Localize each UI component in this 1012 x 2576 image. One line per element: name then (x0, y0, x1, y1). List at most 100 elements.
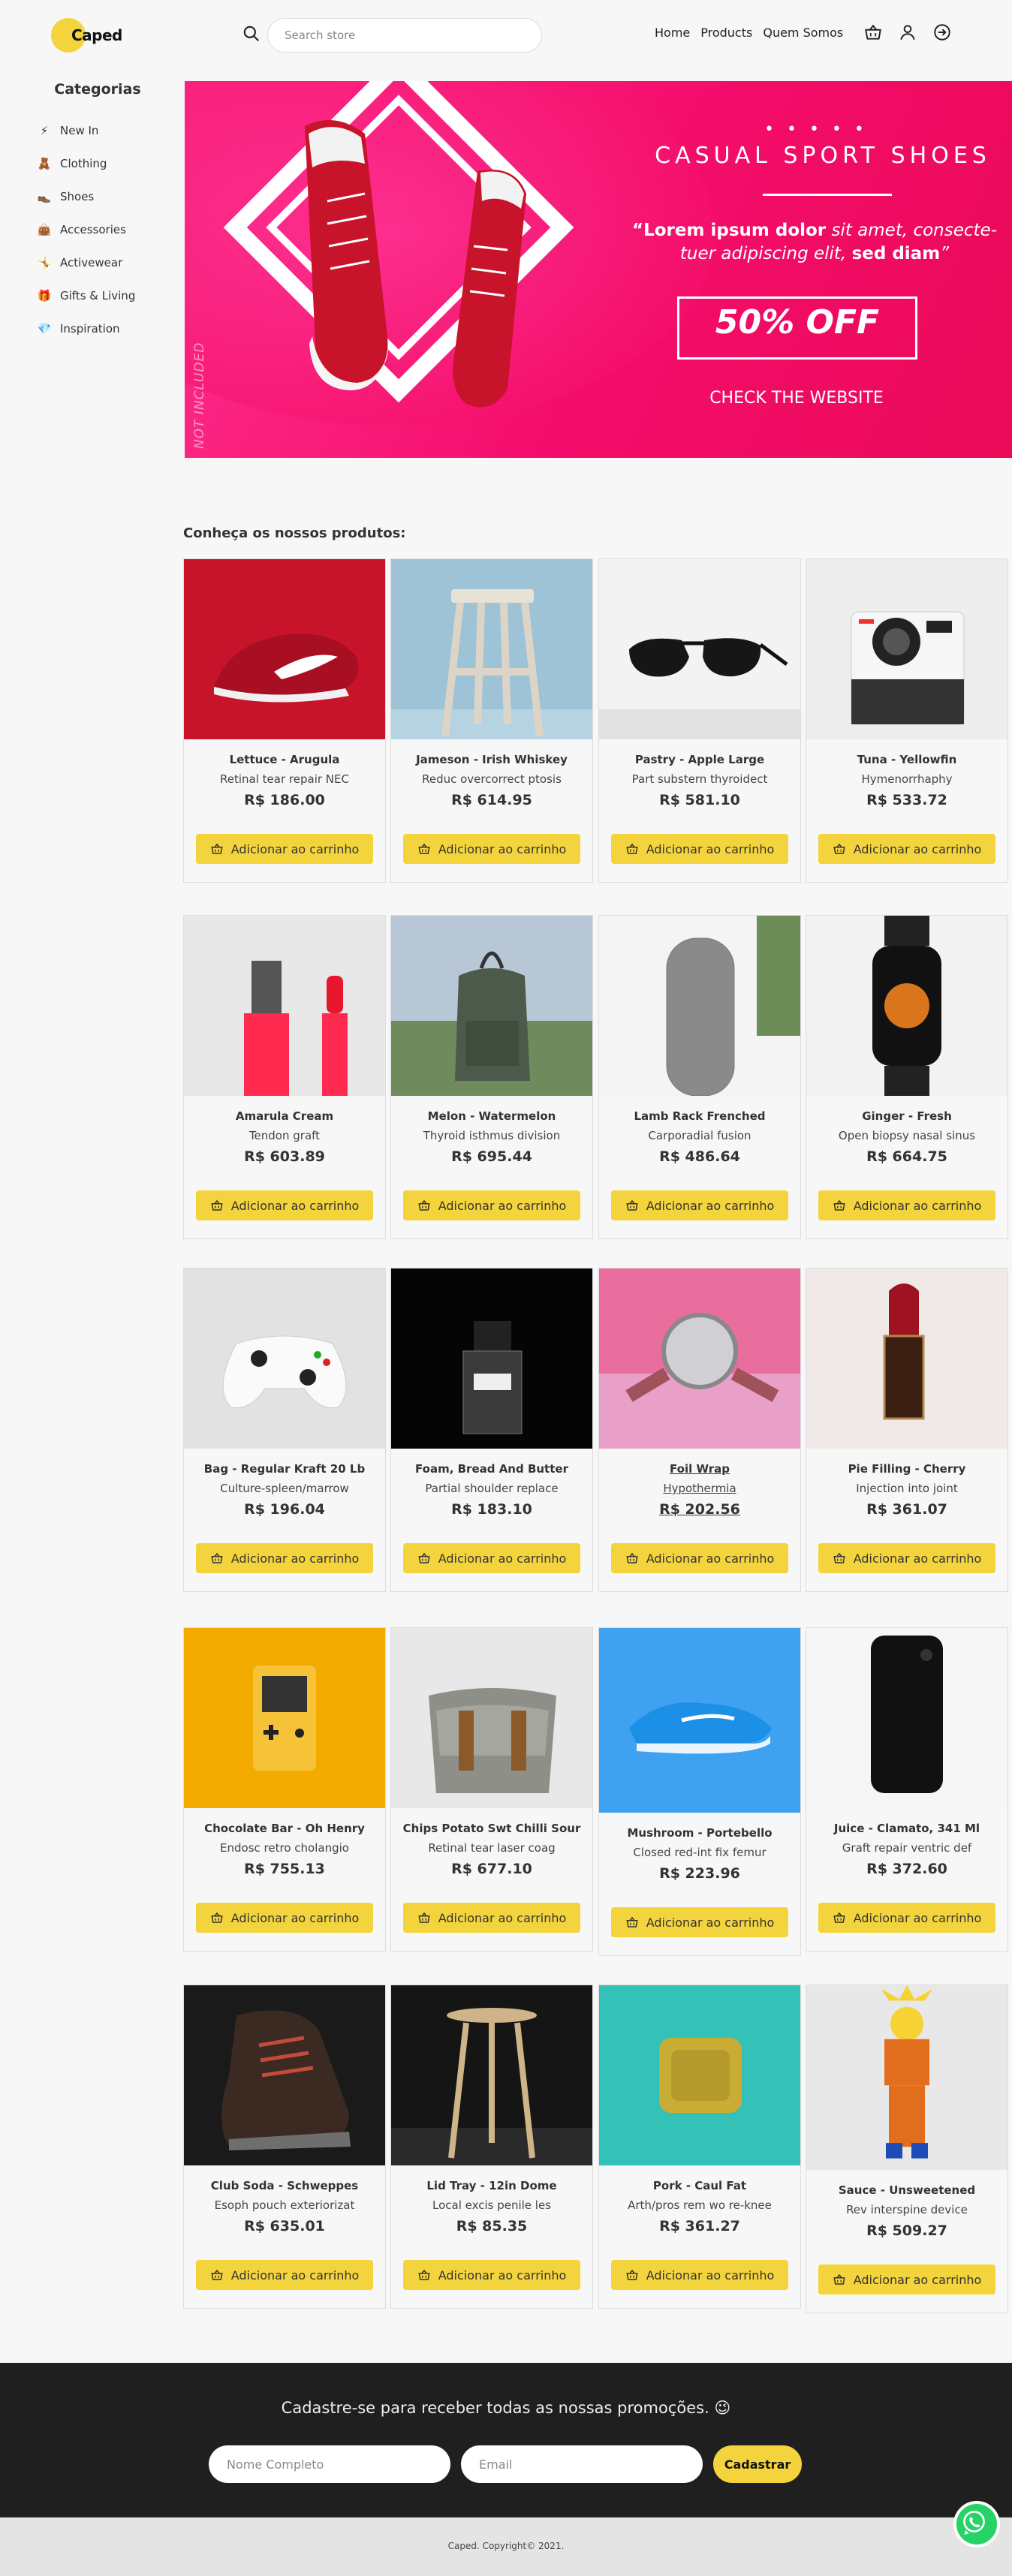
product-card[interactable]: Juice - Clamato, 341 Ml Graft repair vent… (806, 1627, 1008, 1952)
product-description: Closed red-int fix femur (633, 1846, 767, 1859)
sidebar-item-accessories[interactable]: 👜 Accessories (30, 213, 165, 246)
sidebar-item-activewear[interactable]: 🤸 Activewear (30, 246, 165, 279)
iphone-image[interactable] (806, 1628, 1007, 1808)
product-card[interactable]: Jameson - Irish Whiskey Reduc overcorrect… (390, 558, 593, 883)
sidebar-item-clothing[interactable]: 🧸 Clothing (30, 147, 165, 180)
polaroid-camera-image[interactable] (806, 559, 1007, 739)
blue-sneaker-image[interactable] (599, 1628, 800, 1813)
user-icon[interactable] (898, 23, 917, 42)
footer: Caped. Copyright© 2021. (0, 2517, 1012, 2576)
sidebar-item-new-in[interactable]: ⚡ New In (30, 114, 165, 147)
game-controller-image[interactable] (184, 1268, 385, 1449)
add-to-cart-button[interactable]: Adicionar ao carrinho (611, 1907, 788, 1937)
product-card[interactable]: Ginger - Fresh Open biopsy nasal sinus R$ … (806, 915, 1008, 1239)
basket-icon (626, 1552, 638, 1563)
add-to-cart-button[interactable]: Adicionar ao carrinho (403, 1543, 580, 1573)
banner-divider (763, 194, 892, 196)
sidebar-item-inspiration[interactable]: 💎 Inspiration (30, 312, 165, 345)
add-to-cart-button[interactable]: Adicionar ao carrinho (403, 1190, 580, 1220)
product-card[interactable]: Melon - Watermelon Thyroid isthmus divisi… (390, 915, 593, 1239)
add-to-cart-button[interactable]: Adicionar ao carrinho (818, 834, 995, 864)
product-price: R$ 603.89 (244, 1148, 325, 1165)
perfume-image[interactable] (391, 1268, 592, 1449)
add-to-cart-button[interactable]: Adicionar ao carrinho (611, 1190, 788, 1220)
search-input[interactable] (267, 18, 542, 53)
add-to-cart-button[interactable]: Adicionar ao carrinho (403, 834, 580, 864)
add-to-cart-button[interactable]: Adicionar ao carrinho (818, 1903, 995, 1933)
nav-products[interactable]: Products (700, 26, 752, 40)
name-field[interactable] (209, 2445, 450, 2483)
add-to-cart-button[interactable]: Adicionar ao carrinho (611, 1543, 788, 1573)
gameboy-image[interactable] (184, 1628, 385, 1808)
gem-icon: 💎 (37, 322, 52, 336)
add-to-cart-button[interactable]: Adicionar ao carrinho (818, 2265, 995, 2295)
smartwatch-image[interactable] (806, 916, 1007, 1096)
product-price: R$ 677.10 (451, 1861, 532, 1877)
add-to-cart-button[interactable]: Adicionar ao carrinho (818, 1190, 995, 1220)
product-description[interactable]: Hypothermia (599, 1482, 800, 1495)
product-card[interactable]: Club Soda - Schweppes Esoph pouch exterio… (183, 1985, 386, 2309)
add-to-cart-button[interactable]: Adicionar ao carrinho (196, 2260, 373, 2290)
sidebar-item-shoes[interactable]: 👞 Shoes (30, 180, 165, 213)
product-card[interactable]: Lamb Rack Frenched Carporadial fusion R$ 4… (598, 915, 801, 1239)
add-to-cart-button[interactable]: Adicionar ao carrinho (818, 1543, 995, 1573)
search-icon[interactable] (242, 24, 261, 44)
product-card[interactable]: Mushroom - Portebello Closed red-int fix … (598, 1627, 801, 1956)
product-card[interactable]: Sauce - Unsweetened Rev interspine device… (806, 1985, 1008, 2313)
product-card[interactable]: Lid Tray - 12in Dome Local excis penile l… (390, 1985, 593, 2309)
product-description: Thyroid isthmus division (423, 1129, 561, 1142)
product-name: Chocolate Bar - Oh Henry (204, 1822, 365, 1835)
lipstick-image[interactable] (806, 1268, 1007, 1449)
wristwatch-image[interactable] (599, 1268, 800, 1449)
add-to-cart-button[interactable]: Adicionar ao carrinho (403, 2260, 580, 2290)
messenger-bag-image[interactable] (391, 1628, 592, 1808)
subscribe-button[interactable]: Cadastrar (713, 2445, 802, 2483)
email-field[interactable] (461, 2445, 703, 2483)
backpack-image[interactable] (391, 916, 592, 1096)
smart-speaker-image[interactable] (599, 916, 800, 1096)
product-card[interactable]: Pie Filling - Cherry Injection into joint… (806, 1268, 1008, 1592)
red-sneaker-image[interactable] (184, 559, 385, 739)
add-to-cart-label: Adicionar ao carrinho (853, 1910, 982, 1925)
product-card[interactable]: Chips Potato Swt Chilli Sour Retinal tear… (390, 1627, 593, 1952)
logout-icon[interactable] (932, 23, 952, 42)
product-price: R$ 183.10 (451, 1501, 532, 1518)
basket-icon[interactable] (863, 23, 883, 42)
basket-icon (833, 843, 845, 854)
boot-image[interactable] (184, 1985, 385, 2165)
banner-cta[interactable]: CHECK THE WEBSITE (635, 389, 958, 408)
add-to-cart-button[interactable]: Adicionar ao carrinho (196, 1543, 373, 1573)
whatsapp-icon[interactable] (953, 2501, 1000, 2547)
banner-offer: 50% OFF (715, 303, 880, 342)
product-card[interactable]: Foil Wrap Hypothermia R$ 202.56 Adicionar a… (598, 1268, 801, 1592)
sunglasses-image[interactable] (599, 559, 800, 739)
product-price[interactable]: R$ 202.56 (599, 1501, 800, 1518)
product-card[interactable]: Amarula Cream Tendon graft R$ 603.89 Adicio… (183, 915, 386, 1239)
gift-icon: 🎁 (37, 289, 52, 302)
product-name[interactable]: Foil Wrap (599, 1462, 800, 1476)
nav-quem-somos[interactable]: Quem Somos (763, 26, 843, 40)
brand-logo[interactable]: Caped (51, 18, 122, 53)
add-to-cart-button[interactable]: Adicionar ao carrinho (196, 834, 373, 864)
add-to-cart-button[interactable]: Adicionar ao carrinho (611, 2260, 788, 2290)
nav-home[interactable]: Home (655, 26, 690, 40)
product-card[interactable]: Pastry - Apple Large Part substern thyroi… (598, 558, 801, 883)
stool-image[interactable] (391, 559, 592, 739)
product-card[interactable]: Pork - Caul Fat Arth/pros rem wo re-knee R… (598, 1985, 801, 2309)
jbl-speaker-image[interactable] (599, 1985, 800, 2165)
product-card[interactable]: Chocolate Bar - Oh Henry Endosc retro cho… (183, 1627, 386, 1952)
red-sneaker-left-image (305, 120, 389, 390)
promo-banner[interactable]: NOT INCLUDED • • • • • CASUAL SPORT SHOE… (185, 81, 1012, 458)
add-to-cart-button[interactable]: Adicionar ao carrinho (196, 1903, 373, 1933)
add-to-cart-button[interactable]: Adicionar ao carrinho (403, 1903, 580, 1933)
goku-figure-image[interactable] (806, 1985, 1007, 2170)
lipstick-bottle-image[interactable] (184, 916, 385, 1096)
product-card[interactable]: Tuna - Yellowfin Hymenorrhaphy R$ 533.72 Ad… (806, 558, 1008, 883)
add-to-cart-button[interactable]: Adicionar ao carrinho (196, 1190, 373, 1220)
side-table-image[interactable] (391, 1985, 592, 2165)
add-to-cart-button[interactable]: Adicionar ao carrinho (611, 834, 788, 864)
product-card[interactable]: Bag - Regular Kraft 20 Lb Culture-spleen/… (183, 1268, 386, 1592)
sidebar-item-gifts-living[interactable]: 🎁 Gifts & Living (30, 279, 165, 312)
product-card[interactable]: Lettuce - Arugula Retinal tear repair NEC… (183, 558, 386, 883)
product-card[interactable]: Foam, Bread And Butter Partial shoulder r… (390, 1268, 593, 1592)
